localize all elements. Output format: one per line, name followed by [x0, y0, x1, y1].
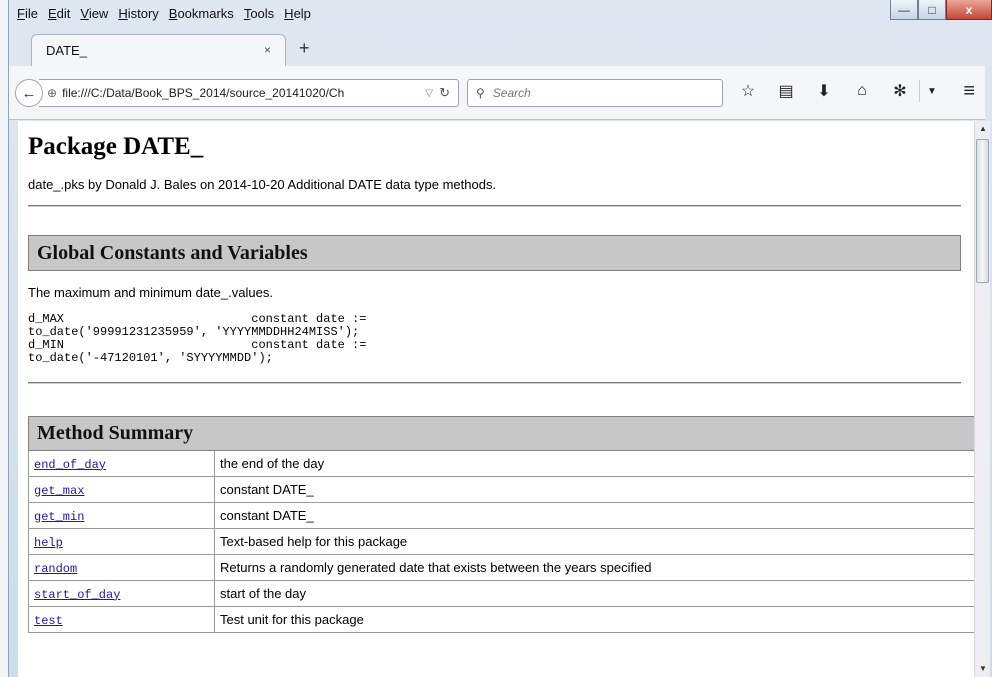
divider — [28, 205, 961, 207]
maximize-icon: □ — [928, 2, 936, 17]
back-arrow-icon: ← — [21, 84, 37, 102]
tab-strip: DATE_ × + — [9, 30, 985, 66]
chevron-down-icon[interactable]: ▼ — [920, 86, 944, 97]
table-row: random Returns a randomly generated date… — [28, 554, 981, 581]
globals-code: d_MAX constant date := to_date('99991231… — [28, 312, 367, 365]
tab-title: DATE_ — [46, 43, 87, 58]
method-link-test[interactable]: test — [34, 614, 63, 628]
page-title: Package DATE_ — [28, 133, 204, 160]
new-tab-icon[interactable]: + — [299, 38, 310, 59]
globals-heading: Global Constants and Variables — [28, 235, 961, 271]
method-link-help[interactable]: help — [34, 536, 63, 550]
menu-bookmarks[interactable]: Bookmarks — [169, 6, 234, 21]
table-row: start_of_day start of the day — [28, 580, 981, 607]
downloads-icon[interactable]: ⬇ — [805, 81, 843, 101]
menu-help[interactable]: Help — [284, 6, 311, 21]
table-row: get_max constant DATE_ — [28, 476, 981, 503]
url-text: file:///C:/Data/Book_BPS_2014/source_201… — [62, 86, 345, 100]
hamburger-menu-icon[interactable]: ≡ — [963, 80, 975, 103]
menu-view[interactable]: View — [80, 6, 108, 21]
method-description: Text-based help for this package — [214, 528, 981, 555]
search-icon: ⚲ — [476, 86, 485, 100]
search-input[interactable] — [490, 85, 691, 101]
method-link-get-max[interactable]: get_max — [34, 484, 84, 498]
navigation-toolbar: ⊕ file:///C:/Data/Book_BPS_2014/source_2… — [9, 66, 985, 120]
reading-list-icon[interactable]: ▤ — [767, 81, 805, 101]
minimize-icon: — — [898, 2, 910, 17]
menu-bar: File Edit View History Bookmarks Tools H… — [9, 0, 985, 26]
method-description: Returns a randomly generated date that e… — [214, 554, 981, 581]
history-dropdown-icon[interactable]: ▽ — [425, 88, 433, 99]
search-box[interactable]: ⚲ — [467, 79, 723, 107]
maximize-button[interactable]: □ — [918, 0, 946, 20]
tab-close-icon[interactable]: × — [264, 43, 271, 57]
table-row: help Text-based help for this package — [28, 528, 981, 555]
close-window-button[interactable]: x — [946, 0, 992, 20]
scrollbar-thumb[interactable] — [976, 139, 989, 283]
back-button[interactable]: ← — [15, 79, 43, 107]
method-summary-heading: Method Summary — [28, 416, 981, 451]
method-link-end-of-day[interactable]: end_of_day — [34, 458, 106, 472]
table-row: get_min constant DATE_ — [28, 502, 981, 529]
tab-date[interactable]: DATE_ × — [31, 34, 286, 66]
method-link-get-min[interactable]: get_min — [34, 510, 84, 524]
menu-history[interactable]: History — [118, 6, 158, 21]
method-description: constant DATE_ — [214, 502, 981, 529]
toolbar-icons: ☆ ▤ ⬇ ⌂ ✻ ▼ — [729, 80, 944, 102]
method-link-start-of-day[interactable]: start_of_day — [34, 588, 120, 602]
reload-icon[interactable]: ↻ — [439, 85, 450, 101]
method-description: start of the day — [214, 580, 981, 607]
method-description: the end of the day — [214, 450, 981, 477]
vertical-scrollbar[interactable]: ▲ ▼ — [974, 121, 990, 677]
package-description: date_.pks by Donald J. Bales on 2014-10-… — [28, 177, 497, 192]
method-description: constant DATE_ — [214, 476, 981, 503]
address-bar[interactable]: ⊕ file:///C:/Data/Book_BPS_2014/source_2… — [39, 79, 459, 107]
scroll-down-icon[interactable]: ▼ — [975, 661, 991, 677]
window-controls: — □ x — [890, 0, 992, 20]
page-content: Package DATE_ date_.pks by Donald J. Bal… — [18, 121, 981, 633]
close-icon: x — [965, 2, 973, 17]
browser-window: File Edit View History Bookmarks Tools H… — [8, 0, 992, 677]
scroll-up-icon[interactable]: ▲ — [975, 121, 991, 137]
home-icon[interactable]: ⌂ — [843, 82, 881, 100]
menu-edit[interactable]: Edit — [48, 6, 70, 21]
method-summary-table: Method Summary end_of_day the end of the… — [28, 416, 981, 633]
globe-icon: ⊕ — [47, 86, 58, 100]
minimize-button[interactable]: — — [890, 0, 918, 20]
table-row: end_of_day the end of the day — [28, 450, 981, 477]
method-description: Test unit for this package — [214, 606, 981, 633]
bookmark-star-icon[interactable]: ☆ — [729, 81, 767, 101]
method-link-random[interactable]: random — [34, 562, 77, 576]
menu-tools[interactable]: Tools — [244, 6, 274, 21]
globals-note: The maximum and minimum date_.values. — [28, 285, 273, 300]
page-viewport: Package DATE_ date_.pks by Donald J. Bal… — [18, 121, 983, 677]
table-row: test Test unit for this package — [28, 606, 981, 633]
divider — [28, 382, 961, 384]
firebug-icon[interactable]: ✻ — [881, 81, 919, 101]
menu-file[interactable]: File — [17, 6, 38, 21]
